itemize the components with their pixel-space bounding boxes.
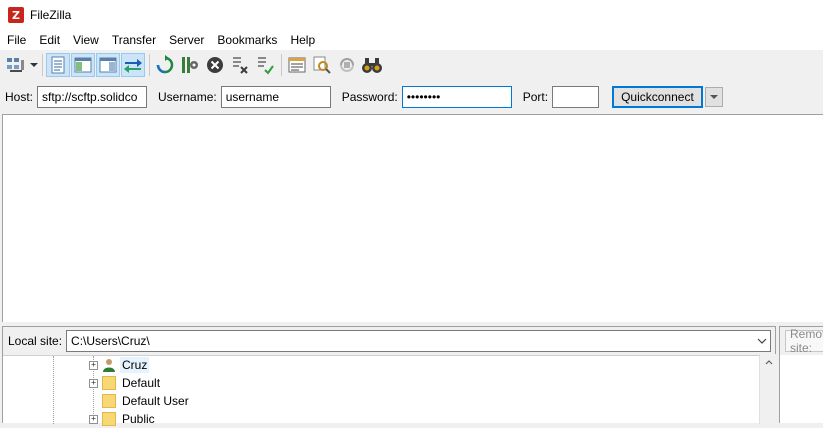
directory-filters-button[interactable] — [285, 53, 309, 77]
remote-site-pane: Remote site: — [779, 326, 823, 423]
quickconnect-button[interactable]: Quickconnect — [612, 86, 703, 108]
remote-site-header: Remote site: — [780, 327, 823, 355]
local-path-combobox[interactable]: C:\Users\Cruz\ — [66, 330, 772, 352]
host-input[interactable] — [37, 86, 148, 108]
toolbar-separator — [42, 54, 43, 76]
port-input[interactable] — [552, 86, 600, 108]
tree-item-label: Public — [122, 412, 155, 426]
local-path-dropdown[interactable] — [754, 331, 770, 351]
chevron-down-icon — [709, 94, 718, 99]
menu-transfer[interactable]: Transfer — [105, 30, 162, 50]
expand-icon[interactable]: + — [89, 378, 98, 388]
toggle-remote-tree-button[interactable] — [96, 53, 120, 77]
menu-help[interactable]: Help — [283, 30, 321, 50]
disconnect-button[interactable] — [228, 53, 252, 77]
message-log-icon — [51, 56, 65, 74]
folder-icon — [102, 394, 116, 408]
expand-icon[interactable]: + — [89, 414, 98, 424]
local-tree-scrollbar[interactable] — [759, 354, 777, 424]
local-site-pane: Local site: C:\Users\Cruz\ + Cruz + Defa… — [2, 326, 777, 426]
toolbar-separator — [149, 54, 150, 76]
toggle-local-tree-button[interactable] — [71, 53, 95, 77]
menu-bar: File Edit View Transfer Server Bookmarks… — [0, 30, 823, 50]
tree-item-default[interactable]: + Default — [89, 374, 162, 392]
user-folder-icon — [102, 358, 116, 372]
tree-item-label: Default — [122, 376, 161, 390]
tree-item-public[interactable]: + Public — [89, 410, 157, 428]
filename-filter-button[interactable] — [310, 53, 334, 77]
title-bar: Z FileZilla — [0, 0, 823, 30]
menu-server[interactable]: Server — [162, 30, 210, 50]
password-label: Password: — [341, 90, 398, 104]
toggle-transfer-queue-button[interactable] — [121, 53, 145, 77]
quickconnect-dropdown[interactable] — [704, 87, 723, 107]
menu-edit[interactable]: Edit — [32, 30, 66, 50]
reconnect-button[interactable] — [253, 53, 277, 77]
expand-icon[interactable]: + — [89, 360, 98, 370]
local-path-value: C:\Users\Cruz\ — [71, 334, 150, 348]
chevron-down-icon — [30, 62, 38, 67]
filezilla-icon: Z — [8, 7, 24, 23]
site-manager-button[interactable] — [4, 53, 28, 77]
cancel-icon — [207, 57, 223, 73]
local-directory-tree: + Cruz + Default Default User + Public — [3, 356, 775, 426]
scroll-up-button[interactable] — [760, 354, 777, 371]
search-button[interactable] — [360, 53, 384, 77]
refresh-icon — [156, 55, 174, 74]
site-manager-dropdown[interactable] — [29, 53, 39, 77]
tree-item-default-user[interactable]: Default User — [102, 392, 191, 410]
directory-listing-filters-icon — [288, 57, 306, 73]
toolbar-separator — [281, 54, 282, 76]
menu-file[interactable]: File — [0, 30, 32, 50]
tree-guide-line — [53, 356, 54, 424]
folder-icon — [102, 376, 116, 390]
password-input[interactable] — [401, 86, 512, 108]
local-site-header: Local site: C:\Users\Cruz\ — [3, 327, 775, 356]
disconnect-icon — [233, 57, 248, 74]
sync-browsing-icon — [340, 58, 354, 72]
host-label: Host: — [5, 90, 34, 104]
folder-icon — [102, 412, 116, 426]
chevron-down-icon — [757, 338, 767, 344]
process-queue-button[interactable] — [178, 53, 202, 77]
menu-view[interactable]: View — [66, 30, 105, 50]
binoculars-icon — [362, 58, 382, 73]
process-queue-icon — [182, 57, 198, 73]
quickconnect-bar: Host: Username: Password: Port: Quickcon… — [0, 80, 823, 114]
transfer-queue-icon — [124, 59, 142, 73]
filename-filter-icon — [313, 56, 331, 74]
toggle-message-log-button[interactable] — [46, 53, 70, 77]
sync-browsing-button[interactable] — [335, 53, 359, 77]
site-manager-icon — [7, 58, 24, 72]
menu-bookmarks[interactable]: Bookmarks — [210, 30, 283, 50]
tree-item-label: Cruz — [120, 357, 150, 373]
window-title: FileZilla — [30, 8, 72, 22]
cancel-button[interactable] — [203, 53, 227, 77]
local-tree-icon — [74, 57, 92, 73]
remote-site-label: Remote site: — [785, 327, 823, 355]
port-label: Port: — [522, 90, 549, 104]
chevron-up-icon — [765, 360, 772, 365]
username-label: Username: — [158, 90, 217, 104]
username-input[interactable] — [220, 86, 331, 108]
local-site-label: Local site: — [8, 334, 63, 348]
reconnect-icon — [258, 57, 274, 75]
refresh-button[interactable] — [153, 53, 177, 77]
remote-tree-icon — [99, 57, 117, 73]
toolbar — [0, 50, 823, 80]
tree-item-label: Default User — [122, 394, 189, 408]
tree-item-cruz[interactable]: + Cruz — [89, 356, 150, 374]
message-log[interactable] — [2, 114, 823, 322]
